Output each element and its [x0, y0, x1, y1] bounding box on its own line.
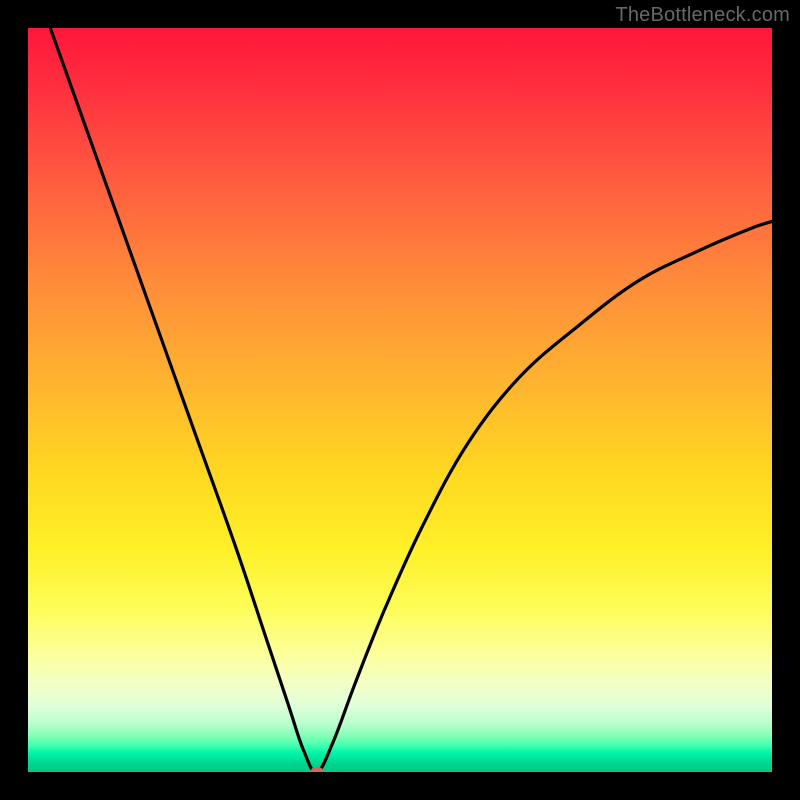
chart-frame: TheBottleneck.com [0, 0, 800, 800]
watermark-text: TheBottleneck.com [615, 4, 790, 27]
plot-area [28, 28, 772, 772]
optimal-marker [310, 767, 323, 772]
bottleneck-curve [28, 28, 772, 772]
